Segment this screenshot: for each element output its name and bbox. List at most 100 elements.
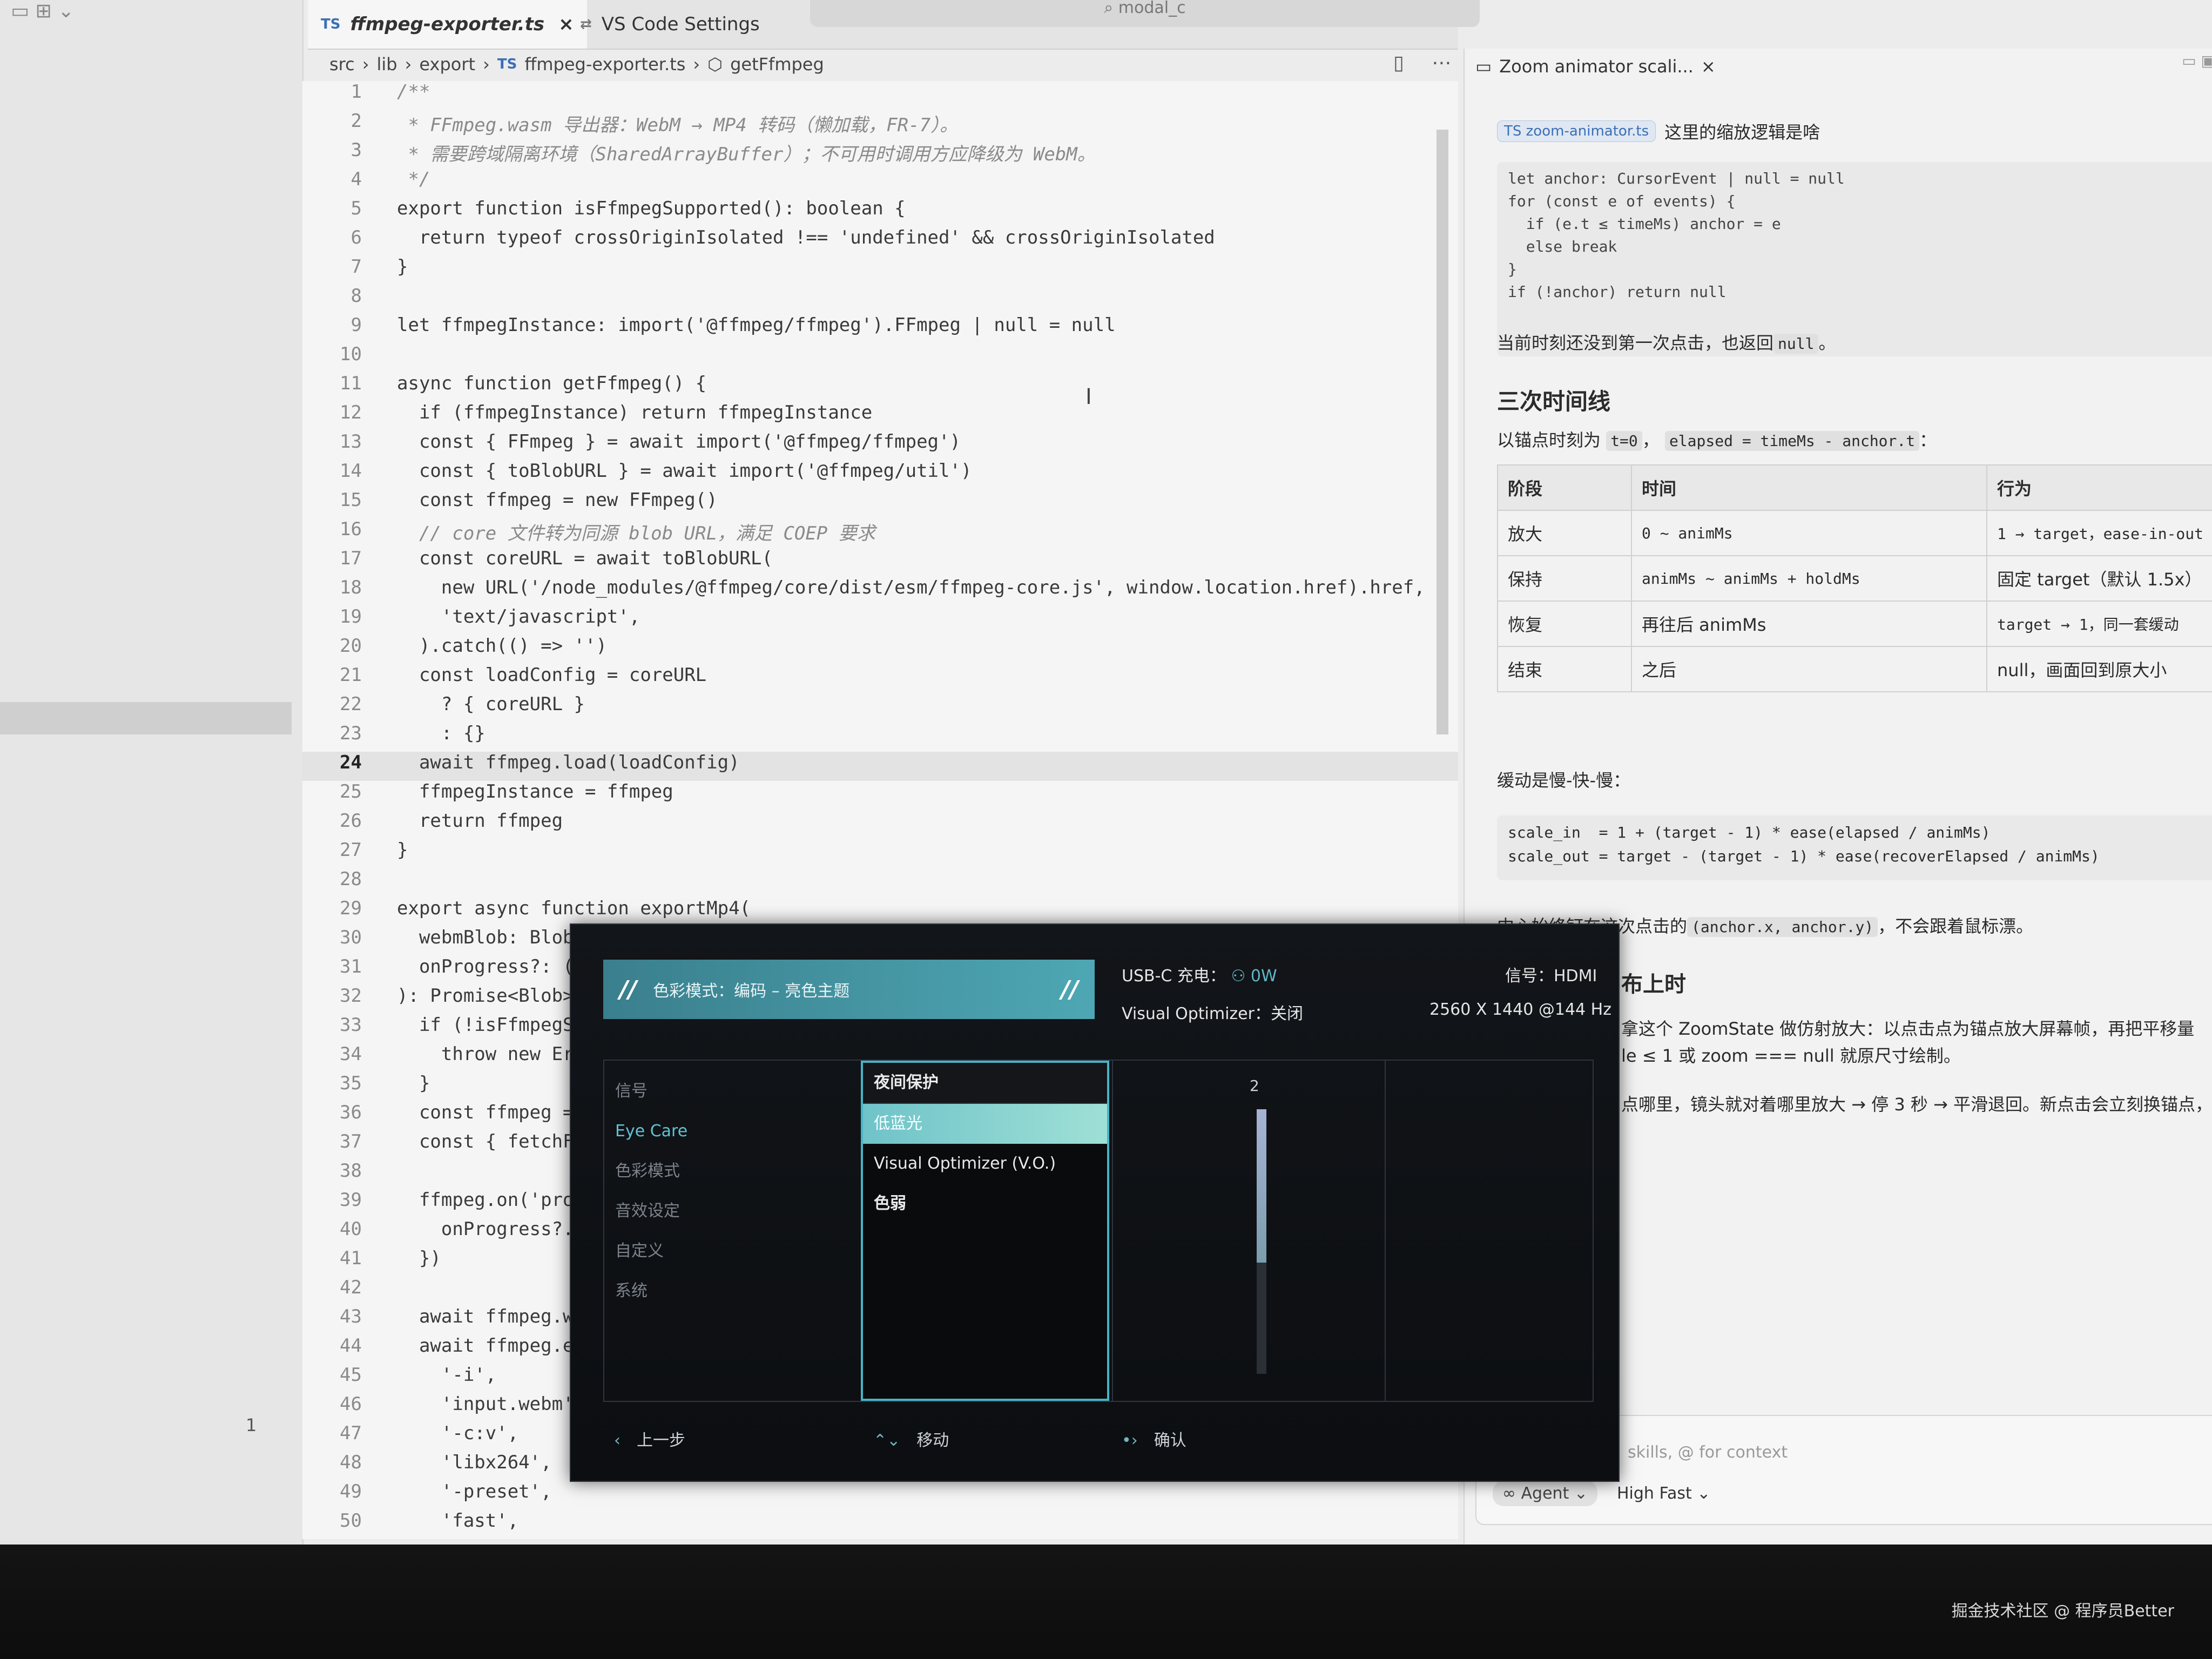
osd-menu-item[interactable]: 自定义 (615, 1231, 687, 1271)
code-line[interactable]: 7} (302, 256, 1458, 285)
code-line[interactable]: 10 (302, 343, 1458, 373)
osd-back[interactable]: ‹ 上一步 (614, 1427, 685, 1451)
answer-paragraph: 缓动是慢-快-慢： (1497, 770, 1631, 791)
line-number: 44 (340, 1335, 362, 1357)
code-line[interactable]: 4 */ (302, 168, 1458, 198)
code-line[interactable]: 24 await ffmpeg.load(loadConfig) (302, 752, 1458, 781)
code-text: 'text/javascript', (397, 606, 640, 628)
code-line[interactable]: 21 const loadConfig = coreURL (302, 664, 1458, 693)
osd-menu-item-selected[interactable]: Eye Care (615, 1111, 687, 1151)
code-line[interactable]: 23 : {} (302, 723, 1458, 752)
panel-tools[interactable]: ▭ ▣ (2182, 52, 2212, 70)
code-line[interactable]: 50 'fast', (302, 1510, 1458, 1539)
breadcrumb-item[interactable]: export (419, 54, 475, 75)
code-text: 'input.webm' (397, 1393, 574, 1415)
breadcrumb-item[interactable]: lib (377, 54, 397, 75)
code-line[interactable]: 5 export function isFfmpegSupported(): bo… (302, 198, 1458, 227)
code-text: ): Promise<Blob> (397, 985, 574, 1007)
optimizer-status: Visual Optimizer：关闭 (1122, 1004, 1303, 1023)
table-row: 恢复 再往后 animMs target → 1，同一套缓动 (1497, 601, 2212, 647)
code-line[interactable]: 49 '-preset', (302, 1481, 1458, 1510)
osd-submenu: 夜间保护 低蓝光 Visual Optimizer (V.O.) 色弱 (861, 1061, 1109, 1401)
text: ，不会跟着鼠标漂。 (1878, 916, 2034, 936)
model-dropdown[interactable]: High Fast ⌄ (1617, 1484, 1710, 1503)
code-text: '-c:v', (397, 1422, 519, 1444)
table-cell: target → 1，同一套缓动 (1986, 601, 2212, 647)
watermark: 掘金技术社区 @ 程序员Better (1951, 1602, 2174, 1621)
code-line[interactable]: 15 const ffmpeg = new FFmpeg() (302, 489, 1458, 518)
line-number: 3 (350, 139, 362, 161)
osd-menu-item[interactable]: 信号 (615, 1071, 687, 1111)
code-line[interactable]: 27} (302, 839, 1458, 868)
osd-menu-item[interactable]: 系统 (615, 1271, 687, 1311)
agent-mode-dropdown[interactable]: ∞ Agent ⌄ (1493, 1481, 1597, 1506)
osd-submenu-item[interactable]: 色弱 (863, 1184, 1107, 1224)
editor-actions[interactable]: ▯ ⋯ (1393, 52, 1462, 74)
osd-submenu-item[interactable]: Visual Optimizer (V.O.) (863, 1144, 1107, 1184)
code-text: * FFmpeg.wasm 导出器：WebM → MP4 转码（懒加载，FR-7… (397, 114, 959, 136)
breadcrumb-item[interactable]: ffmpeg-exporter.ts (524, 54, 685, 75)
editor-scrollbar[interactable] (1437, 130, 1448, 734)
line-number: 32 (340, 985, 362, 1007)
close-icon[interactable]: × (1701, 56, 1716, 77)
code-line[interactable]: 16 // core 文件转为同源 blob URL，满足 COEP 要求 (302, 518, 1458, 548)
usb-value: 0W (1250, 967, 1277, 986)
code-line[interactable]: 9 let ffmpegInstance: import('@ffmpeg/ffm… (302, 314, 1458, 343)
code-text: '-i', (397, 1364, 497, 1386)
command-search[interactable]: ⌕ modal_c (810, 0, 1480, 27)
code-line[interactable]: 1 /** (302, 81, 1458, 110)
code-line[interactable]: 12 if (ffmpegInstance) return ffmpegInst… (302, 402, 1458, 431)
line-number: 20 (340, 635, 362, 657)
level-slider[interactable] (1257, 1109, 1266, 1374)
file-chip[interactable]: TS zoom-animator.ts (1497, 120, 1656, 142)
code-text: const ffmpeg = (397, 1102, 574, 1123)
code-line[interactable]: 3 * 需要跨域隔离环境（SharedArrayBuffer）；不可用时调用方应… (302, 139, 1458, 168)
text: ， (1642, 430, 1660, 450)
code-text: } (397, 256, 408, 278)
monitor-osd: // 色彩模式：编码 – 亮色主题 // USB-C 充电： ⚇ 0W Visu… (570, 923, 1620, 1482)
user-message: TS zoom-animator.ts 这里的缩放逻辑是啥 (1497, 119, 1820, 144)
code-line[interactable]: 20 ).catch(() => '') (302, 635, 1458, 664)
osd-move[interactable]: ⌃⌄ 移动 (873, 1427, 949, 1451)
tab-vscode-settings[interactable]: ⇄ VS Code Settings (567, 0, 773, 49)
code-line[interactable]: 29 export async function exportMp4( (302, 898, 1458, 927)
slider-fill (1257, 1109, 1266, 1263)
chat-icon: ▭ (1475, 56, 1492, 77)
code-line[interactable]: 28 (302, 868, 1458, 898)
code-line[interactable]: 8 (302, 285, 1458, 314)
text: 当前时刻还没到第一次点击，也返回 (1497, 333, 1774, 353)
line-number: 14 (340, 460, 362, 482)
code-line[interactable]: 25 ffmpegInstance = ffmpeg (302, 781, 1458, 810)
code-text: ).catch(() => '') (397, 635, 607, 657)
code-line[interactable]: 22 ? { coreURL } (302, 693, 1458, 723)
tab-ffmpeg-exporter[interactable]: TS ffmpeg-exporter.ts × (308, 0, 587, 49)
osd-submenu-item[interactable]: 夜间保护 (863, 1063, 1107, 1104)
monitor-bezel (0, 1545, 2212, 1659)
user-message-text: 这里的缩放逻辑是啥 (1664, 122, 1820, 143)
osd-submenu-item-highlighted[interactable]: 低蓝光 (863, 1104, 1107, 1144)
line-number: 24 (340, 752, 362, 773)
line-number: 42 (340, 1277, 362, 1298)
up-down-icon: ⌃⌄ (873, 1431, 901, 1450)
code-line[interactable]: 26 return ffmpeg (302, 810, 1458, 839)
code-line[interactable]: 19 'text/javascript', (302, 606, 1458, 635)
line-number: 49 (340, 1481, 362, 1502)
code-line[interactable]: 13 const { FFmpeg } = await import('@ffm… (302, 431, 1458, 460)
code-line[interactable]: 14 const { toBlobURL } = await import('@… (302, 460, 1458, 489)
osd-menu-item[interactable]: 色彩模式 (615, 1151, 687, 1191)
code-text: return typeof crossOriginIsolated !== 'u… (397, 227, 1215, 248)
line-number: 22 (340, 693, 362, 715)
code-line[interactable]: 17 const coreURL = await toBlobURL( (302, 548, 1458, 577)
breadcrumb-item[interactable]: getFfmpeg (730, 54, 824, 75)
code-line[interactable]: 11 async function getFfmpeg() { (302, 373, 1458, 402)
line-number: 6 (350, 227, 362, 248)
selected-row[interactable] (0, 702, 292, 734)
code-line[interactable]: 6 return typeof crossOriginIsolated !== … (302, 227, 1458, 256)
code-line[interactable]: 2 * FFmpeg.wasm 导出器：WebM → MP4 转码（懒加载，FR… (302, 110, 1458, 139)
breadcrumb-item[interactable]: src (329, 54, 355, 75)
line-number: 1 (350, 81, 362, 103)
osd-menu-item[interactable]: 音效设定 (615, 1191, 687, 1231)
code-line[interactable]: 18 new URL('/node_modules/@ffmpeg/core/d… (302, 577, 1458, 606)
osd-confirm[interactable]: •› 确认 (1122, 1427, 1186, 1451)
chat-tab[interactable]: ▭ Zoom animator scali... × (1475, 56, 1716, 77)
